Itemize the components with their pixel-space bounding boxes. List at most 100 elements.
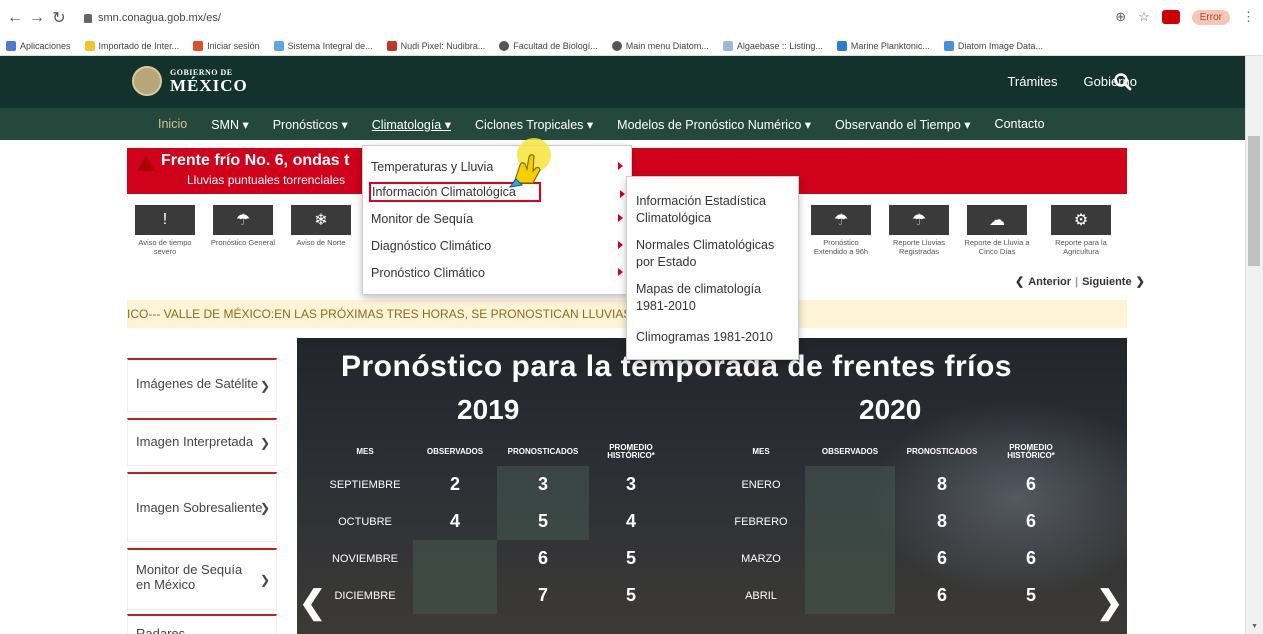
- nav-climatologia[interactable]: Climatología ▾: [360, 117, 463, 132]
- bookmarks-bar: Aplicaciones Importado de Inter... Inici…: [0, 36, 1263, 56]
- climatologia-dropdown: Temperaturas y Lluvia Información Climat…: [362, 145, 632, 295]
- reload-icon[interactable]: ↻: [48, 8, 70, 28]
- chevron-right-icon: ❯: [259, 378, 270, 393]
- cloud-icon: ☁: [967, 205, 1027, 235]
- snowflake-icon: ❄: [291, 205, 351, 235]
- bookmark-item[interactable]: Nudi Pixel: Nudibra...: [386, 40, 485, 51]
- forecast-banner[interactable]: Pronóstico para la temporada de frentes …: [297, 338, 1127, 634]
- menu-kebab-icon[interactable]: ⋮: [1242, 9, 1255, 25]
- rain-cloud-icon: ☂: [213, 205, 273, 235]
- table-2020: MES OBSERVADOS PRONOSTICADOS PROMEDIO HI…: [717, 438, 1073, 614]
- nav-smn[interactable]: SMN ▾: [199, 117, 261, 132]
- submenu-item-normales[interactable]: Normales Climatológicas por Estado: [636, 237, 794, 271]
- site-icon: [836, 40, 847, 51]
- sidebar-item-sequia[interactable]: Monitor de Sequía en México ❯: [127, 548, 277, 610]
- site-icon: [273, 40, 284, 51]
- zoom-icon[interactable]: ⊕: [1115, 9, 1126, 25]
- main-nav: Inicio SMN ▾ Pronósticos ▾ Climatología …: [0, 108, 1245, 140]
- year-2020: 2020: [859, 394, 922, 425]
- sidebar-item-radares[interactable]: Radares: [127, 614, 277, 634]
- chevron-left-icon[interactable]: ❮: [1015, 275, 1024, 288]
- site-icon: [943, 40, 954, 51]
- caret-right-icon: [618, 268, 623, 276]
- bookmark-item[interactable]: Algaebase :: Listing...: [722, 40, 823, 51]
- menu-item-monitor-sequia[interactable]: Monitor de Sequía: [371, 212, 625, 226]
- page-scrollbar[interactable]: ▼: [1245, 56, 1263, 634]
- menu-item-diagnostico[interactable]: Diagnóstico Climático: [371, 239, 625, 253]
- bookmark-item[interactable]: Iniciar sesión: [193, 40, 260, 51]
- carousel-pager: ❮ Anterior | Siguiente ❯: [1015, 275, 1145, 289]
- quick-link[interactable]: ! Aviso de tiempo severo: [130, 205, 200, 256]
- table-row: FEBRERO 8 6: [717, 503, 1073, 540]
- nav-modelos[interactable]: Modelos de Pronóstico Numérico ▾: [605, 117, 823, 132]
- table-row: SEPTIEMBRE 2 3 3: [317, 466, 673, 503]
- bookmark-star-icon[interactable]: ☆: [1138, 9, 1150, 25]
- globe-icon: [611, 40, 622, 51]
- nav-observando[interactable]: Observando el Tiempo ▾: [823, 117, 983, 132]
- informacion-submenu: Información Estadística Climatológica No…: [626, 176, 799, 360]
- site-icon: [722, 40, 733, 51]
- chevron-right-icon: ❯: [259, 572, 270, 587]
- quick-link[interactable]: ☂ Pronóstico Extendido a 96h: [806, 205, 876, 256]
- table-row: NOVIEMBRE 6 5: [317, 540, 673, 577]
- extension-icon[interactable]: [1161, 10, 1180, 24]
- quick-link[interactable]: ☂ Pronóstico General: [208, 205, 278, 247]
- table-2019: MES OBSERVADOS PRONOSTICADOS PROMEDIO HI…: [317, 438, 673, 614]
- gobierno-logo[interactable]: GOBIERNO DE MÉXICO: [132, 66, 248, 96]
- submenu-item-climogramas[interactable]: Climogramas 1981-2010: [636, 329, 794, 346]
- prev-link[interactable]: Anterior: [1028, 276, 1071, 288]
- sidebar-item-satelite[interactable]: Imágenes de Satélite ❯: [127, 358, 277, 412]
- table-row: MARZO 6 6: [717, 540, 1073, 577]
- bookmark-item[interactable]: Main menu Diatom...: [611, 40, 709, 51]
- nav-pronosticos[interactable]: Pronósticos ▾: [261, 117, 360, 132]
- carousel-prev-icon[interactable]: ❮: [299, 583, 326, 621]
- warning-icon: [137, 155, 155, 171]
- bookmark-item[interactable]: Facultad de Biologí...: [499, 40, 598, 51]
- nav-ciclones[interactable]: Ciclones Tropicales ▾: [463, 117, 605, 132]
- site-header: GOBIERNO DE MÉXICO Trámites Gobierno: [0, 56, 1245, 108]
- profile-error-badge[interactable]: Error: [1191, 9, 1230, 25]
- chevron-right-icon[interactable]: ❯: [1136, 275, 1145, 288]
- forward-icon[interactable]: →: [26, 9, 48, 27]
- quick-link[interactable]: ❄ Aviso de Norte: [286, 205, 356, 247]
- submenu-item-mapas[interactable]: Mapas de climatología 1981-2010: [636, 281, 794, 315]
- bookmark-item[interactable]: Marine Planktonic...: [836, 40, 930, 51]
- tramites-link[interactable]: Trámites: [1007, 74, 1057, 89]
- nav-inicio[interactable]: Inicio: [146, 117, 199, 131]
- sidebar-item-interpretada[interactable]: Imagen Interpretada ❯: [127, 418, 277, 466]
- carousel-next-icon[interactable]: ❯: [1096, 583, 1123, 621]
- apps-icon: [6, 40, 16, 51]
- scroll-thumb[interactable]: [1248, 136, 1260, 266]
- bookmark-item[interactable]: Sistema Integral de...: [273, 40, 373, 51]
- caret-right-icon: [620, 190, 625, 198]
- quick-link[interactable]: ☂ Reporte Lluvias Registradas: [884, 205, 954, 256]
- bookmark-item[interactable]: Importado de Inter...: [84, 40, 179, 51]
- quick-link[interactable]: ⚙ Reporte para la Agricultura: [1046, 205, 1116, 256]
- bookmark-item[interactable]: Aplicaciones: [6, 40, 71, 51]
- table-row: ABRIL 6 5: [717, 577, 1073, 614]
- nav-contacto[interactable]: Contacto: [983, 117, 1057, 131]
- rain-cloud-icon: ☂: [811, 205, 871, 235]
- next-link[interactable]: Siguiente: [1082, 276, 1132, 288]
- bookmark-item[interactable]: Diatom Image Data...: [943, 40, 1043, 51]
- quick-link[interactable]: ☁ Reporte de Lluvia a Cinco Días: [962, 205, 1032, 256]
- seal-icon: [132, 66, 162, 96]
- year-2019: 2019: [457, 394, 520, 425]
- alert-icon: !: [135, 205, 195, 235]
- url-text: smn.conagua.gob.mx/es/: [98, 12, 221, 24]
- alert-title: Frente frío No. 6, ondas t: [161, 152, 350, 169]
- scroll-down-icon[interactable]: ▼: [1251, 623, 1258, 630]
- pointer-hand-icon: [508, 138, 551, 188]
- site-icon: [386, 40, 397, 51]
- umbrella-icon: ☂: [889, 205, 949, 235]
- menu-item-pronostico-climatico[interactable]: Pronóstico Climático: [371, 266, 625, 280]
- folder-icon: [84, 40, 95, 51]
- back-icon[interactable]: ←: [4, 9, 26, 27]
- menu-item-temperaturas[interactable]: Temperaturas y Lluvia: [371, 160, 625, 174]
- chevron-right-icon: ❯: [259, 500, 270, 515]
- search-icon[interactable]: [1113, 72, 1133, 92]
- address-bar[interactable]: smn.conagua.gob.mx/es/: [84, 12, 221, 24]
- tractor-icon: ⚙: [1051, 205, 1111, 235]
- submenu-item-estadistica[interactable]: Información Estadística Climatológica: [636, 193, 794, 227]
- sidebar-item-sobresaliente[interactable]: Imagen Sobresaliente ❯: [127, 472, 277, 542]
